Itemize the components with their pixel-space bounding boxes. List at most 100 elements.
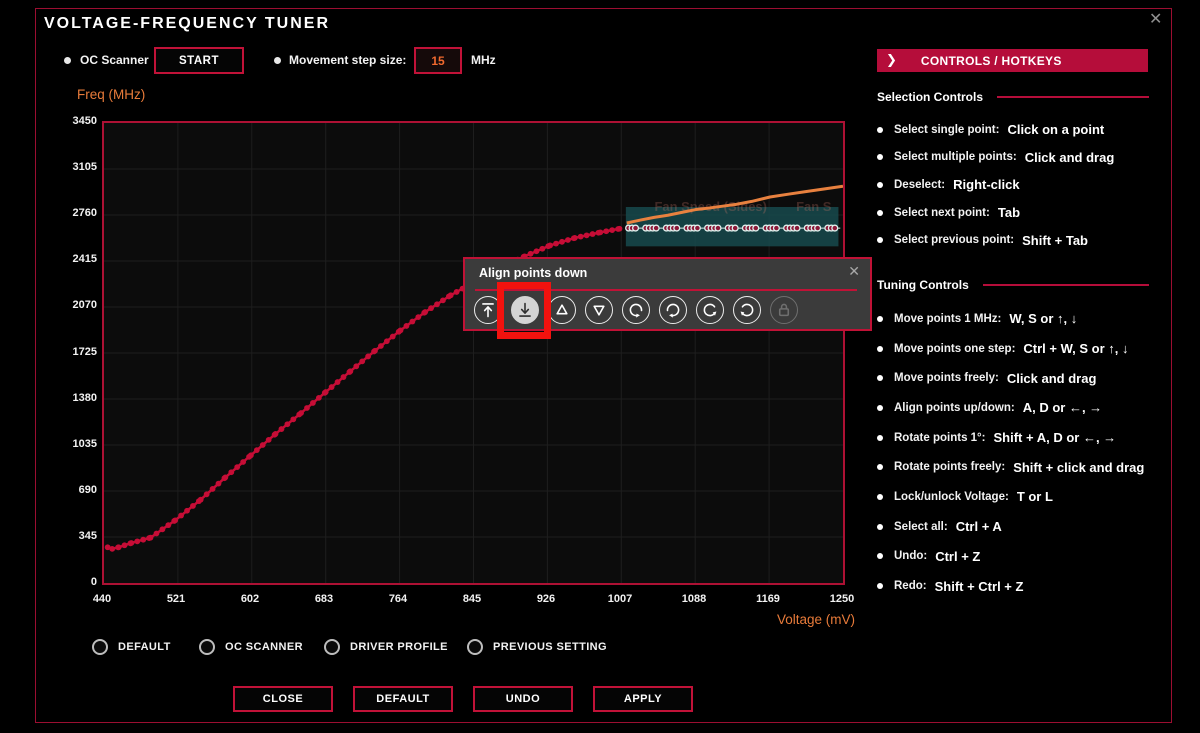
undo-rotate-button[interactable] (733, 296, 761, 324)
profile-radio-default[interactable]: DEFAULT (92, 639, 171, 655)
apply-button[interactable]: APPLY (593, 686, 693, 712)
undo-button[interactable]: UNDO (473, 686, 573, 712)
radio-circle-icon[interactable] (467, 639, 483, 655)
section-title: Selection Controls (877, 90, 984, 104)
y-tick-label: 1725 (72, 345, 97, 358)
vf-curve-point (165, 522, 172, 529)
lock-voltage-button (770, 296, 798, 324)
section-rule (982, 283, 1149, 286)
vf-curve-point (140, 536, 147, 543)
vf-curve-point (222, 474, 229, 481)
vf-curve-point (197, 496, 204, 503)
toolbar-title: Align points down (479, 266, 588, 280)
vf-curve-point (153, 530, 160, 537)
hotkey-value: T or L (1016, 489, 1053, 505)
hotkey-item: Deselect: Right-click (877, 171, 1149, 199)
vf-curve-point (134, 538, 141, 545)
vf-curve-point (428, 305, 434, 312)
hotkey-value: Right-click (953, 177, 1020, 193)
profile-radio-oc-scanner[interactable]: OC SCANNER (199, 639, 303, 655)
vf-curve-point (539, 245, 546, 252)
hotkey-item: Select previous point: Shift + Tab (877, 226, 1149, 254)
move-points-up-button[interactable] (548, 296, 576, 324)
vf-curve-point (240, 459, 247, 465)
vf-curve-chart[interactable]: Fan Speed (Sides) Fan S (102, 121, 845, 585)
radio-circle-icon[interactable] (92, 639, 108, 655)
vf-curve-point (440, 297, 446, 304)
bullet-icon (877, 553, 883, 560)
hotkey-label: Select previous point: (894, 234, 1015, 247)
y-tick-label: 1035 (72, 437, 97, 450)
bullet-icon (877, 315, 883, 322)
hotkey-value: Ctrl + Z (935, 548, 981, 564)
x-tick-label: 602 (240, 593, 260, 605)
vf-curve-point (527, 250, 534, 257)
vf-curve-point (571, 235, 578, 241)
vf-curve-point (178, 512, 184, 519)
rotate-points-clockwise-button[interactable] (622, 296, 650, 324)
radio-circle-icon[interactable] (324, 639, 340, 655)
radio-circle-icon[interactable] (199, 639, 215, 655)
x-tick-label: 683 (314, 593, 334, 605)
close-button[interactable]: CLOSE (233, 686, 333, 712)
selected-point (831, 224, 839, 232)
vf-curve-point (278, 426, 285, 432)
vf-curve-point (409, 318, 416, 325)
hotkey-label: Lock/unlock Voltage: (894, 490, 1009, 503)
step-unit-label: MHz (471, 53, 496, 67)
vf-curve-point (172, 517, 179, 524)
y-tick-label: 2070 (72, 299, 97, 312)
vf-curve-point (128, 540, 135, 546)
vf-curve-point (415, 314, 422, 321)
hotkey-value: Ctrl + W, S or ↑, ↓ (1023, 341, 1129, 356)
vf-curve-point (315, 394, 322, 401)
selected-point (731, 224, 739, 232)
hotkey-item: Rotate points freely: Shift + click and d… (877, 452, 1149, 482)
vf-curve-point (109, 545, 116, 552)
hotkey-label: Undo: (894, 550, 928, 563)
vf-curve-point (397, 327, 404, 334)
controls-hotkeys-header[interactable]: ❯ CONTROLS / HOTKEYS (877, 49, 1148, 72)
y-axis-title: Freq (MHz) (77, 87, 146, 102)
window-close-icon[interactable]: ✕ (1149, 9, 1162, 29)
hotkey-label: Select single point: (894, 123, 1000, 136)
start-button[interactable]: START (154, 47, 244, 74)
hotkey-value: Click and drag (1024, 149, 1115, 165)
hotkey-item: Rotate points 1°: Shift + A, D or ←, → (877, 423, 1149, 453)
hotkeys-section: Tuning Controls Move points 1 MHz: W, S or… (877, 278, 1149, 601)
hotkey-label: Deselect: (894, 178, 946, 191)
hotkey-value: Shift + A, D or ←, → (993, 430, 1117, 446)
selected-point (714, 224, 722, 232)
profile-radio-previous-setting[interactable]: PREVIOUS SETTING (467, 639, 607, 655)
move-points-down-button[interactable] (585, 296, 613, 324)
bullet-icon (877, 404, 883, 411)
x-tick-label: 521 (166, 593, 186, 605)
hotkey-item: Redo: Shift + Ctrl + Z (877, 571, 1149, 601)
vf-curve-point (228, 469, 235, 476)
vf-curve-point (372, 347, 378, 354)
toolbar-close-icon[interactable]: ✕ (848, 263, 860, 280)
x-tick-label: 926 (536, 593, 556, 605)
y-tick-label: 690 (78, 483, 97, 496)
window-title: VOLTAGE-FREQUENCY TUNER (44, 15, 331, 32)
bullet-icon (877, 181, 883, 188)
selected-point (673, 224, 681, 232)
redo-rotate-button[interactable] (696, 296, 724, 324)
default-button[interactable]: DEFAULT (353, 686, 453, 712)
profile-radio-driver-profile[interactable]: DRIVER PROFILE (324, 639, 448, 655)
selected-point (752, 224, 760, 232)
rotate-points-counterclockwise-button[interactable] (659, 296, 687, 324)
selected-point (652, 224, 660, 232)
vf-curve-point (310, 400, 316, 406)
x-tick-label: 764 (388, 593, 408, 605)
vf-curve-point (215, 480, 222, 487)
step-size-input[interactable]: 15 (414, 47, 462, 74)
voltage-frequency-tuner-window: VOLTAGE-FREQUENCY TUNER ✕ OC Scanner STA… (0, 0, 1200, 733)
section-title: Tuning Controls (877, 277, 969, 292)
vf-curve-point (583, 232, 590, 239)
selected-point (772, 224, 780, 232)
hotkey-value: Click on a point (1007, 122, 1105, 138)
vf-curve-point (304, 405, 310, 411)
vf-curve-point (359, 358, 366, 365)
vf-curve-point (265, 436, 272, 443)
